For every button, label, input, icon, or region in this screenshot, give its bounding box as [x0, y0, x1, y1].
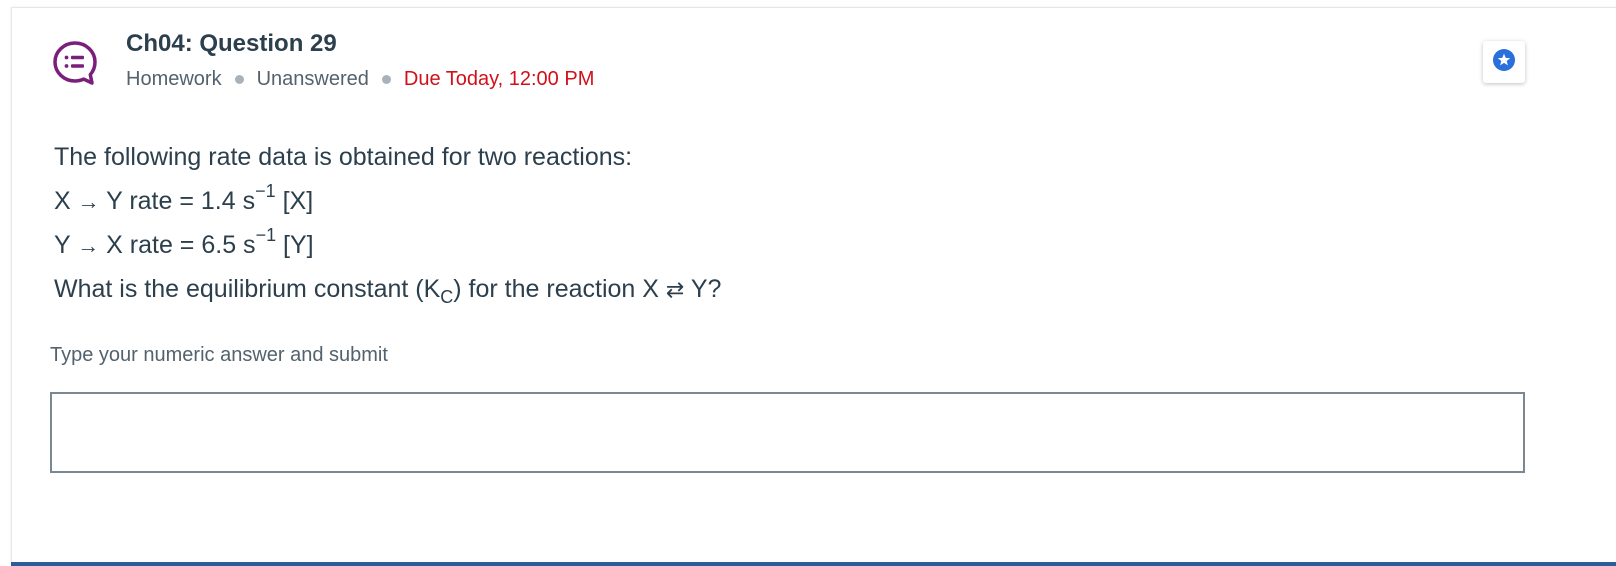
reactant: X	[54, 187, 71, 215]
answer-status: Unanswered	[256, 68, 369, 90]
prompt-product: Y?	[690, 275, 722, 303]
reactant: Y	[54, 231, 71, 259]
due-date: Due Today, 12:00 PM	[403, 68, 595, 90]
numeric-answer-input[interactable]	[50, 392, 1525, 473]
reaction-2: Y → X rate = 6.5 s−1 [Y]	[54, 223, 721, 267]
product: Y	[106, 187, 123, 215]
equilibrium-arrows-icon: ⇄	[665, 277, 685, 302]
right-arrow-icon: →	[77, 189, 100, 214]
concentration: [Y]	[283, 231, 314, 259]
separator-dot	[381, 75, 391, 84]
question-intro: The following rate data is obtained for …	[54, 143, 633, 171]
favorite-button[interactable]	[1483, 41, 1525, 83]
card-bottom-rule	[11, 562, 1616, 566]
answer-label: Type your numeric answer and submit	[50, 344, 388, 366]
list-speech-bubble-icon	[52, 40, 98, 86]
assignment-type: Homework	[126, 68, 222, 90]
rate-exponent: −1	[255, 180, 276, 201]
kc-subscript: C	[440, 287, 454, 307]
question-prompt: What is the equilibrium constant (KC) fo…	[54, 267, 721, 311]
product: X	[106, 231, 123, 259]
rate-expression: rate = 1.4 s	[129, 187, 256, 215]
star-badge-icon	[1493, 48, 1515, 76]
separator-dot	[234, 75, 244, 84]
rate-exponent: −1	[255, 224, 277, 245]
question-title: Ch04: Question 29	[126, 30, 337, 57]
question-meta: Homework Unanswered Due Today, 12:00 PM	[126, 68, 594, 91]
rate-expression: rate = 6.5 s	[129, 231, 256, 259]
prompt-end: ) for the reaction X	[453, 275, 659, 303]
right-arrow-icon: →	[77, 233, 100, 258]
reaction-1: X → Y rate = 1.4 s−1 [X]	[54, 179, 721, 223]
concentration: [X]	[282, 187, 314, 215]
question-text: The following rate data is obtained for …	[54, 135, 721, 311]
prompt-start: What is the equilibrium constant (K	[54, 275, 441, 303]
